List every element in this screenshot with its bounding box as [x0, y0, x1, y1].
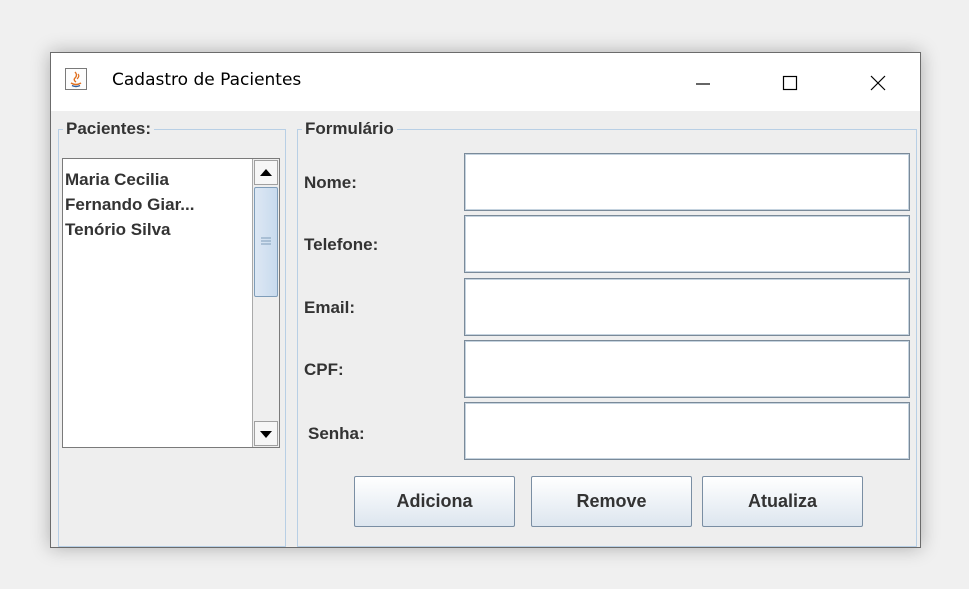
senha-input[interactable] — [464, 402, 910, 460]
arrow-up-icon — [260, 169, 272, 176]
remove-button[interactable]: Remove — [531, 476, 692, 527]
pacientes-legend: Pacientes: — [63, 118, 155, 140]
arrow-down-icon — [260, 431, 272, 438]
pacientes-list[interactable]: Maria Cecilia Fernando Giar... Tenório S… — [62, 158, 280, 448]
telefone-label: Telefone: — [304, 235, 379, 254]
list-item[interactable]: Tenório Silva — [65, 219, 171, 241]
list-item[interactable]: Fernando Giar... — [65, 194, 194, 216]
formulario-legend: Formulário — [302, 118, 397, 140]
email-input[interactable] — [464, 278, 910, 336]
scroll-thumb[interactable] — [254, 187, 278, 297]
cpf-label: CPF: — [304, 360, 344, 379]
list-item[interactable]: Maria Cecilia — [65, 169, 169, 191]
email-label: Email: — [304, 298, 356, 317]
scroll-down-button[interactable] — [254, 421, 278, 446]
pacientes-panel: Pacientes: Maria Cecilia Fernando Giar..… — [58, 118, 286, 547]
senha-label: Senha: — [308, 424, 365, 443]
java-app-icon — [65, 68, 87, 90]
close-button[interactable] — [855, 53, 901, 111]
adiciona-button[interactable]: Adiciona — [354, 476, 515, 527]
telefone-input[interactable] — [464, 215, 910, 273]
app-window: Cadastro de Pacientes Pacientes: Maria C… — [50, 52, 921, 548]
nome-input[interactable] — [464, 153, 910, 211]
scroll-up-button[interactable] — [254, 160, 278, 185]
list-scrollbar[interactable] — [252, 159, 279, 447]
atualiza-button[interactable]: Atualiza — [702, 476, 863, 527]
minimize-button[interactable] — [680, 53, 726, 111]
window-title: Cadastro de Pacientes — [112, 70, 302, 90]
maximize-button[interactable] — [767, 53, 813, 111]
cpf-input[interactable] — [464, 340, 910, 398]
title-bar[interactable]: Cadastro de Pacientes — [51, 53, 920, 111]
formulario-panel: Formulário Nome: Telefone: Email: CPF: S… — [297, 118, 917, 547]
nome-label: Nome: — [304, 173, 357, 192]
grip-icon — [261, 237, 271, 245]
